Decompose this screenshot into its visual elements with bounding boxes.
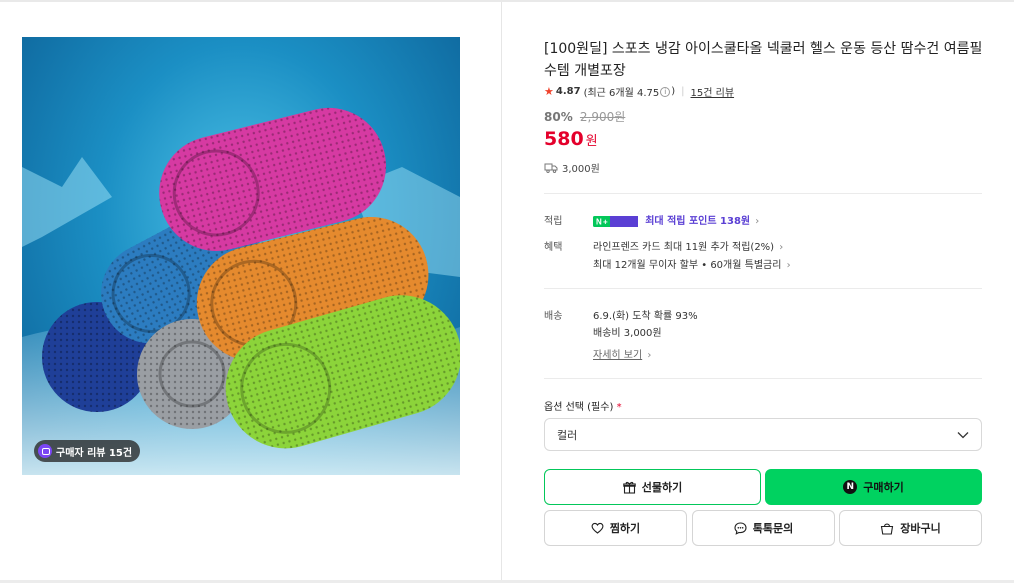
option-label: 옵션 선택 (필수) bbox=[544, 402, 614, 413]
discount-rate: 80% bbox=[544, 110, 573, 124]
discount-row: 80% 2,900원 bbox=[544, 108, 625, 125]
chevron-right-icon: › bbox=[755, 216, 760, 227]
delivery-fee: 배송비 3,000원 bbox=[593, 328, 662, 339]
product-photo-illustration bbox=[22, 107, 460, 475]
section-divider bbox=[544, 193, 982, 194]
naver-plus-membership-badge: N + bbox=[593, 215, 638, 227]
buy-button-label: 구매하기 bbox=[863, 481, 904, 494]
image-review-badge-label: 구매자 리뷰 15건 bbox=[56, 447, 133, 459]
gift-button[interactable]: 선물하기 bbox=[544, 469, 761, 505]
delivery-detail-link[interactable]: 자세히 보기 bbox=[593, 350, 642, 361]
option-select[interactable]: 컬러 bbox=[544, 418, 982, 451]
option-label-row: 옵션 선택 (필수) * bbox=[544, 398, 622, 413]
card-benefit-row[interactable]: 라인프렌즈 카드 최대 11원 추가 적립(2%) › bbox=[593, 238, 783, 253]
sale-price-row: 580 원 bbox=[544, 128, 598, 150]
buy-button[interactable]: N 구매하기 bbox=[765, 469, 982, 505]
installment-benefit-row[interactable]: 최대 12개월 무이자 할부 • 60개월 특별금리 › bbox=[593, 256, 791, 271]
naver-pay-icon: N bbox=[843, 480, 858, 494]
section-divider bbox=[544, 288, 982, 289]
shipping-fee-row: 3,000원 bbox=[544, 160, 600, 175]
shipping-fee: 3,000원 bbox=[562, 164, 600, 175]
product-title: [100원딜] 스포츠 냉감 아이스쿨타올 넥쿨러 헬스 운동 등산 땀수건 여… bbox=[544, 41, 983, 79]
heart-icon bbox=[591, 522, 604, 534]
delivery-detail-row[interactable]: 자세히 보기 › bbox=[593, 346, 651, 361]
chevron-down-icon bbox=[957, 431, 969, 438]
max-points-link[interactable]: 최대 적립 포인트 138원 bbox=[645, 216, 750, 227]
svg-text:N: N bbox=[596, 217, 602, 226]
recent-rating-prefix: (최근 6개월 4.75 bbox=[583, 88, 660, 99]
points-row[interactable]: N + 최대 적립 포인트 138원 › bbox=[593, 212, 759, 227]
rating-separator: | bbox=[681, 86, 685, 97]
card-benefit-text: 라인프렌즈 카드 최대 11원 추가 적립(2%) bbox=[593, 242, 775, 253]
star-icon: ★ bbox=[544, 85, 554, 98]
delivery-label: 배송 bbox=[544, 311, 563, 322]
gift-button-label: 선물하기 bbox=[641, 481, 683, 494]
option-selected-value: 컬러 bbox=[557, 428, 578, 442]
cart-button-label: 장바구니 bbox=[900, 522, 941, 535]
image-review-badge[interactable]: 구매자 리뷰 15건 bbox=[34, 440, 141, 462]
svg-text:+: + bbox=[603, 217, 608, 226]
talktalk-inquiry-button[interactable]: 톡톡문의 bbox=[692, 510, 835, 546]
chevron-right-icon: › bbox=[786, 260, 791, 271]
installment-benefit-text: 최대 12개월 무이자 할부 • 60개월 특별금리 bbox=[593, 260, 782, 271]
benefit-label: 혜택 bbox=[544, 242, 563, 253]
talktalk-inquiry-label: 톡톡문의 bbox=[752, 522, 794, 535]
recent-rating-suffix: ) bbox=[671, 86, 676, 97]
column-divider bbox=[501, 2, 502, 580]
section-divider bbox=[544, 378, 982, 379]
sale-price-unit: 원 bbox=[585, 134, 598, 149]
top-border bbox=[0, 0, 1014, 2]
review-photo-icon bbox=[38, 444, 52, 458]
sale-price: 580 bbox=[544, 128, 584, 150]
review-count-link[interactable]: 15건 리뷰 bbox=[691, 84, 735, 99]
product-image[interactable]: 구매자 리뷰 15건 bbox=[22, 37, 460, 475]
wishlist-button[interactable]: 찜하기 bbox=[544, 510, 687, 546]
gift-icon bbox=[623, 481, 636, 494]
delivery-truck-icon bbox=[544, 163, 558, 173]
wishlist-button-label: 찜하기 bbox=[609, 522, 641, 535]
delivery-eta: 6.9.(화) 도착 확률 93% bbox=[593, 311, 698, 322]
chevron-right-icon: › bbox=[779, 242, 784, 253]
chevron-right-icon: › bbox=[647, 350, 652, 361]
cart-button[interactable]: 장바구니 bbox=[839, 510, 982, 546]
info-icon[interactable]: i bbox=[660, 86, 671, 97]
original-price: 2,900원 bbox=[579, 110, 626, 124]
shopping-bag-icon bbox=[881, 522, 894, 535]
points-label: 적립 bbox=[544, 216, 563, 227]
rating-score: 4.87 bbox=[555, 86, 581, 97]
rating-row: ★ 4.87 (최근 6개월 4.75 i ) | 15건 리뷰 bbox=[544, 84, 734, 99]
required-mark: * bbox=[616, 402, 622, 413]
chat-bubble-icon bbox=[734, 521, 747, 535]
